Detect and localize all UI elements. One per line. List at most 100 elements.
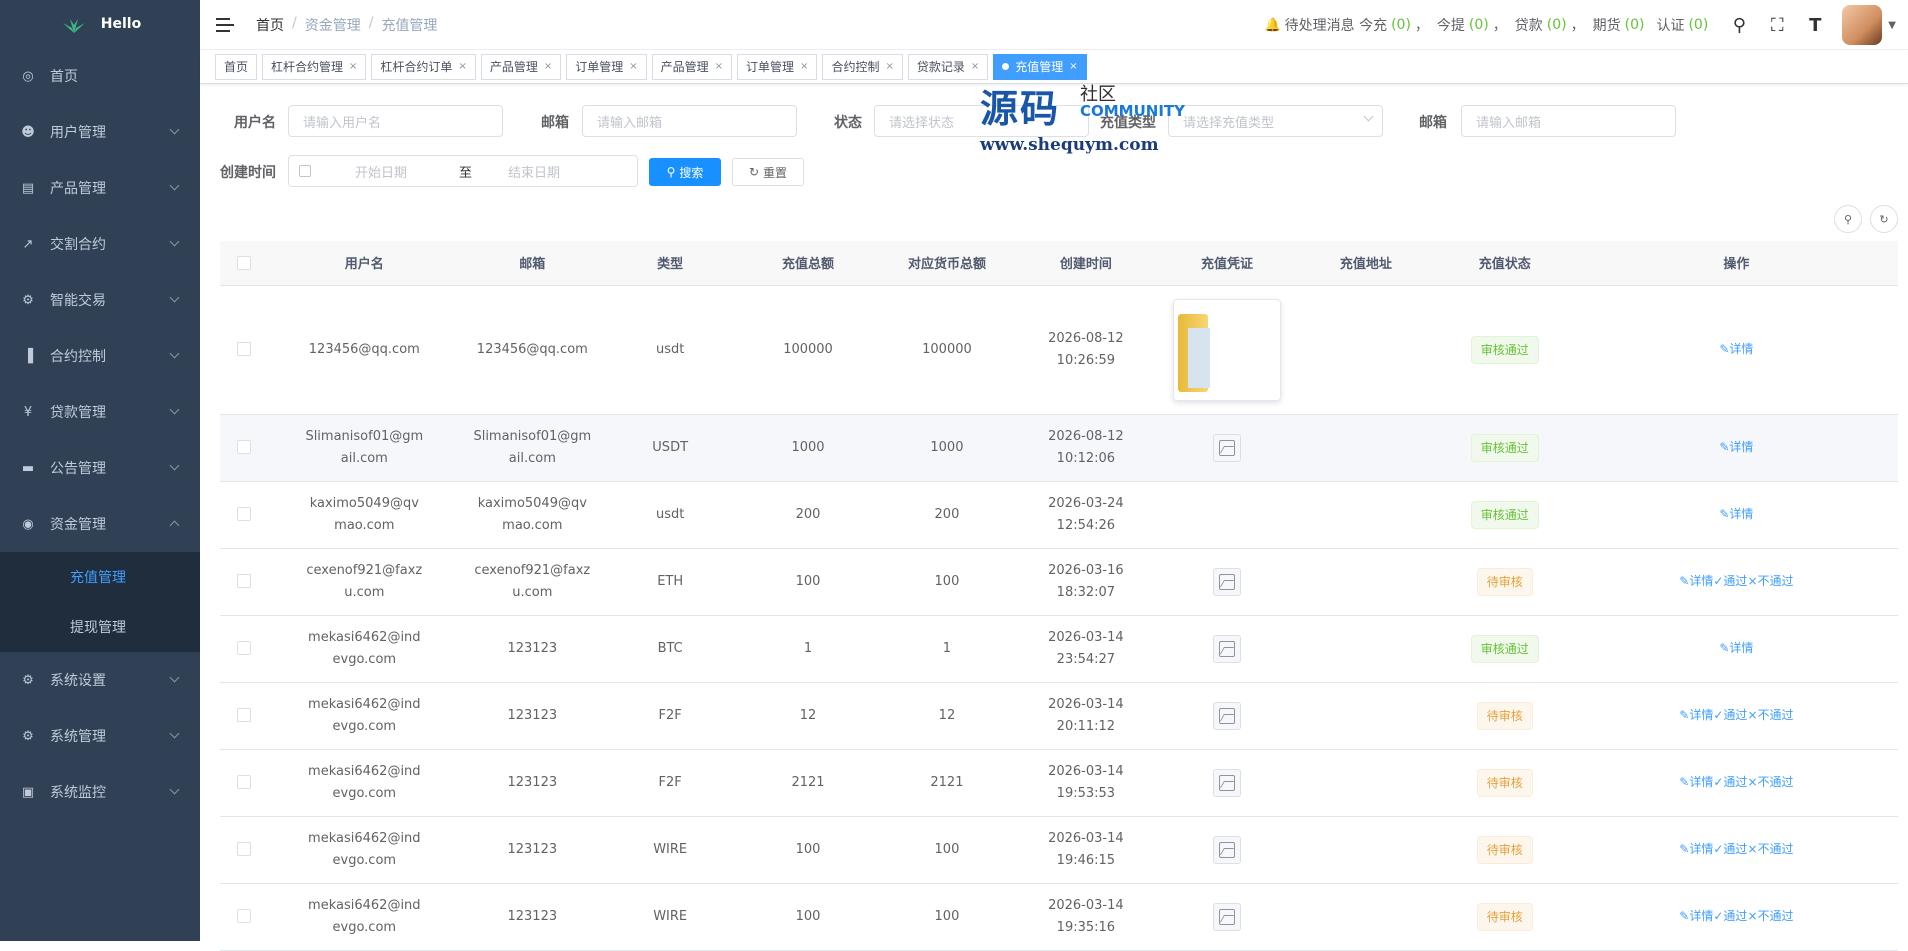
approve-button[interactable]: ✓通过 [1713, 775, 1747, 789]
tab-tag[interactable]: 订单管理 × [566, 53, 647, 80]
sidebar-item[interactable]: ◉ 资金管理 [0, 496, 200, 552]
date-range-picker[interactable]: 开始日期 至 结束日期 [288, 155, 638, 187]
row-checkbox[interactable] [236, 574, 251, 588]
detail-button[interactable]: ✎详情 [1679, 909, 1713, 923]
breadcrumb-item[interactable]: 首页 [256, 15, 284, 35]
image-placeholder-icon[interactable] [1212, 634, 1241, 663]
select-all-checkbox[interactable] [236, 255, 251, 270]
futures-label[interactable]: 期货 [1593, 15, 1621, 35]
close-icon[interactable]: × [1069, 61, 1077, 72]
approve-button[interactable]: ✓通过 [1713, 574, 1747, 588]
reset-button[interactable]: ↻ 重置 [732, 158, 804, 186]
withdraw-count[interactable]: (0) [1469, 17, 1489, 33]
table-row[interactable]: mekasi6462@indevgo.com 123123 F2F 2121 2121 2… [220, 749, 1898, 817]
table-row[interactable]: mekasi6462@indevgo.com 123123 BTC 1 1 2026-03… [220, 615, 1898, 683]
font-size-icon[interactable]: T [1804, 15, 1826, 36]
table-row[interactable]: cexenof921@faxzu.com cexenof921@faxzu.com… [220, 548, 1898, 616]
tab-tag[interactable]: 首页 [215, 53, 258, 80]
loan-count[interactable]: (0) [1547, 17, 1567, 33]
tab-tag[interactable]: 订单管理 × [737, 53, 818, 80]
sidebar-item[interactable]: ▣ 系统监控 [0, 764, 200, 820]
close-icon[interactable]: × [885, 61, 893, 72]
close-icon[interactable]: × [971, 61, 979, 72]
sidebar-item[interactable]: ¥ 贷款管理 [0, 384, 200, 440]
row-checkbox[interactable] [236, 909, 251, 923]
search-toggle-icon[interactable]: ⚲ [1834, 205, 1862, 233]
sidebar-item[interactable]: ▤ 产品管理 [0, 160, 200, 216]
close-icon[interactable]: × [349, 61, 357, 72]
table-row[interactable]: mekasi6462@indevgo.com 123123 WIRE 100 100 20… [220, 816, 1898, 884]
image-placeholder-icon[interactable] [1212, 433, 1241, 462]
table-row[interactable]: kaximo5049@qvmao.com kaximo5049@qvmao.com… [220, 481, 1898, 549]
tab-tag[interactable]: 贷款记录 × [907, 53, 989, 80]
table-row[interactable]: mekasi6462@indevgo.com 123123 F2F 12 12 2026-… [220, 682, 1898, 750]
image-placeholder-icon[interactable] [1212, 567, 1241, 596]
close-icon[interactable]: × [629, 61, 637, 72]
row-checkbox[interactable] [236, 507, 251, 521]
search-button[interactable]: ⚲ 搜索 [649, 158, 721, 186]
email2-input[interactable]: 请输入邮箱 [1461, 105, 1676, 137]
auth-label[interactable]: 认证 [1656, 15, 1684, 35]
start-date-input[interactable]: 开始日期 [355, 162, 445, 181]
sidebar-item[interactable]: ◎ 首页 [0, 48, 200, 104]
fullscreen-icon[interactable]: ⛶ [1766, 15, 1788, 36]
row-checkbox[interactable] [236, 708, 251, 722]
logo[interactable]: Hello [0, 0, 200, 48]
approve-button[interactable]: ✓通过 [1713, 708, 1747, 722]
image-placeholder-icon[interactable] [1212, 701, 1241, 730]
refresh-icon[interactable]: ↻ [1870, 205, 1898, 233]
bell-icon[interactable]: 🔔 [1264, 18, 1280, 33]
futures-count[interactable]: (0) [1625, 17, 1645, 33]
detail-button[interactable]: ✎详情 [1719, 507, 1753, 521]
voucher-thumbnail[interactable] [1172, 298, 1281, 401]
sidebar-item[interactable]: ⚙ 系统管理 [0, 708, 200, 764]
close-icon[interactable]: × [458, 61, 466, 72]
table-row[interactable]: 123456@qq.com 123456@qq.com usdt 100000 1000… [220, 285, 1898, 415]
pending-label[interactable]: 待处理消息 今充 [1285, 15, 1387, 35]
image-placeholder-icon[interactable] [1212, 768, 1241, 797]
row-checkbox[interactable] [236, 842, 251, 856]
image-placeholder-icon[interactable] [1212, 902, 1241, 931]
tab-tag[interactable]: 合约控制 × [822, 53, 903, 80]
approve-button[interactable]: ✓通过 [1713, 842, 1747, 856]
reject-button[interactable]: ×不通过 [1747, 842, 1793, 856]
detail-button[interactable]: ✎详情 [1719, 641, 1753, 655]
tab-tag[interactable]: 杠杆合约管理 × [262, 53, 367, 80]
row-checkbox[interactable] [236, 775, 251, 789]
reject-button[interactable]: ×不通过 [1747, 574, 1793, 588]
row-checkbox[interactable] [236, 342, 251, 356]
submenu-item[interactable]: 提现管理 [0, 602, 200, 652]
row-checkbox[interactable] [236, 641, 251, 655]
type-select[interactable]: 请选择充值类型 [1168, 105, 1383, 137]
recharge-count[interactable]: (0) [1391, 17, 1411, 33]
submenu-item[interactable]: 充值管理 [0, 552, 200, 602]
detail-button[interactable]: ✎详情 [1679, 775, 1713, 789]
tab-tag[interactable]: 杠杆合约订单 × [371, 53, 476, 80]
loan-label[interactable]: 贷款 [1515, 15, 1543, 35]
table-row[interactable]: Slimanisof01@gmail.com Slimanisof01@gmail… [220, 414, 1898, 482]
username-input[interactable]: 请输入用户名 [288, 105, 503, 137]
reject-button[interactable]: ×不通过 [1747, 708, 1793, 722]
detail-button[interactable]: ✎详情 [1679, 574, 1713, 588]
detail-button[interactable]: ✎详情 [1679, 708, 1713, 722]
sidebar-item[interactable]: ⚙ 系统设置 [0, 652, 200, 708]
row-checkbox[interactable] [236, 440, 251, 454]
detail-button[interactable]: ✎详情 [1679, 842, 1713, 856]
tab-tag[interactable]: 充值管理 × [993, 53, 1087, 80]
approve-button[interactable]: ✓通过 [1713, 909, 1747, 923]
sidebar-item[interactable]: ▐ 合约控制 [0, 328, 200, 384]
end-date-input[interactable]: 结束日期 [508, 162, 560, 181]
close-icon[interactable]: × [800, 61, 808, 72]
table-row[interactable]: mekasi6462@indevgo.com 123123 WIRE 100 100 20… [220, 883, 1898, 951]
sidebar-item[interactable]: ⚙ 智能交易 [0, 272, 200, 328]
reject-button[interactable]: ×不通过 [1747, 775, 1793, 789]
withdraw-label[interactable]: 今提 [1437, 15, 1465, 35]
image-placeholder-icon[interactable] [1212, 835, 1241, 864]
chevron-down-icon[interactable]: ▼ [1888, 20, 1896, 31]
sidebar-item[interactable]: ↗ 交割合约 [0, 216, 200, 272]
search-icon[interactable]: ⚲ [1728, 15, 1750, 36]
email-input[interactable]: 请输入邮箱 [582, 105, 797, 137]
tab-tag[interactable]: 产品管理 × [480, 53, 562, 80]
close-icon[interactable]: × [715, 61, 723, 72]
hamburger-icon[interactable] [216, 17, 234, 32]
